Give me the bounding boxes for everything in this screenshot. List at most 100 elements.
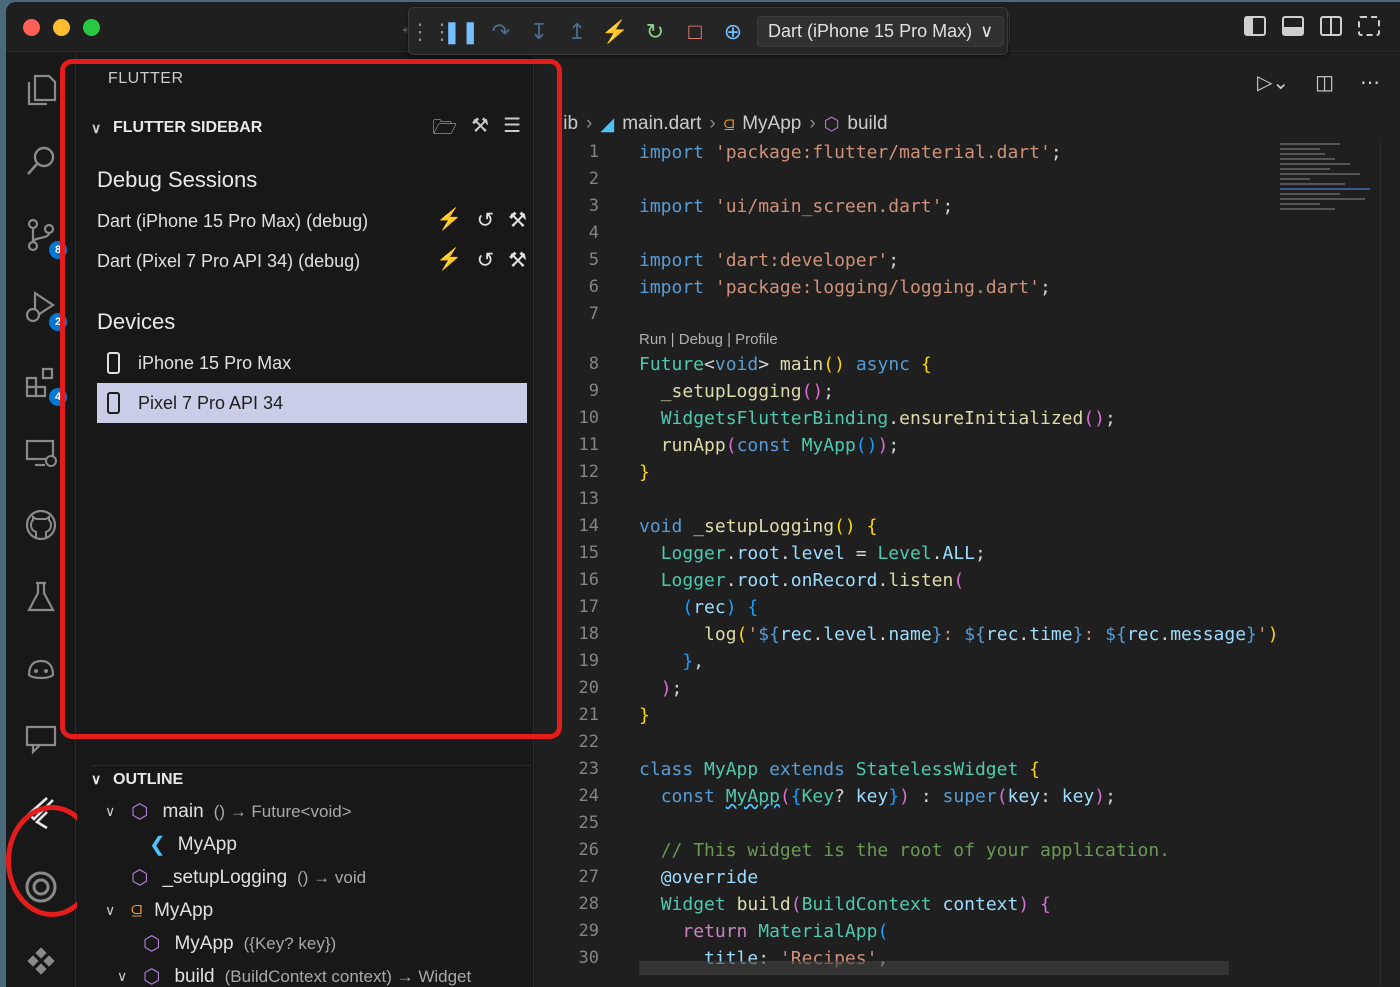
breadcrumb-item[interactable]: main.dart [622,113,701,135]
hot-reload-icon[interactable]: ⚡ [601,18,629,46]
code-line: }, [682,651,705,672]
minimap[interactable] [1280,140,1380,270]
remote-explorer-icon[interactable] [19,431,63,475]
codelens-run-debug-profile[interactable]: Run | Debug | Profile [639,331,778,348]
code-line: // This widget is the root of your appli… [660,840,1171,861]
code-line: import 'dart:developer'; [639,250,900,271]
outline-item-label: main [162,800,204,822]
line-number: 30 [578,948,599,968]
close-window-button[interactable] [23,19,40,36]
code-line: Future<void> main() async { [639,354,932,375]
class-icon: ⫑ [131,899,143,921]
code-line: void _setupLogging() { [639,516,878,537]
source-control-icon[interactable]: 8 [19,213,67,259]
code-line: const MyApp({Key? key}) : super(key: key… [660,786,1116,807]
line-number: 27 [578,867,599,887]
outline-section-header[interactable]: ∨ OUTLINE [91,765,531,793]
line-number: 25 [578,813,599,833]
breadcrumb-item[interactable]: MyApp [742,113,801,135]
code-line: _setupLogging(); [660,381,835,402]
outline-item-myapp-constructor[interactable]: ⬡ MyApp ({Key? key}) [143,927,336,960]
more-icon[interactable] [19,937,63,981]
outline-item-setuplogging[interactable]: ⬡ _setupLogging () → void [131,861,366,894]
outline-item-myapp-call[interactable]: ❮ MyApp [149,828,237,861]
copilot-icon[interactable] [19,647,63,691]
toggle-primary-sidebar-icon[interactable] [1244,16,1266,36]
gitlens-icon[interactable] [19,865,63,909]
outline-title: OUTLINE [113,770,184,788]
code-line: WidgetsFlutterBinding.ensureInitialized(… [660,408,1116,429]
outline-item-label: build [174,965,215,987]
run-debug-dropdown-icon[interactable]: ▷⌄ [1257,70,1289,95]
breadcrumb-item[interactable]: build [847,113,887,135]
step-into-icon[interactable]: ↧ [525,18,553,46]
minimize-window-button[interactable] [53,19,70,36]
outline-item-build[interactable]: ∨ ⬡ build (BuildContext context) → Widge… [117,960,471,987]
chevron-right-icon: › [709,113,716,134]
explorer-icon[interactable] [19,68,63,112]
flutter-widget-icon: ❮ [149,834,166,856]
extensions-icon[interactable]: 4 [19,360,67,406]
chevron-right-icon: › [586,113,593,134]
code-line: @override [660,867,759,888]
breadcrumb: lib › ◢ main.dart › ⫑ MyApp › ⬡ build [559,113,888,135]
code-line: Widget build(BuildContext context) { [660,894,1051,915]
chat-icon[interactable] [19,717,63,761]
chevron-down-icon: ∨ [980,21,994,41]
pause-icon[interactable]: ❚❚ [443,18,480,46]
outline-item-label: _setupLogging [162,866,288,888]
code-line: runApp(const MyApp()); [660,435,900,456]
line-number: 26 [578,840,599,860]
code-line: (rec) { [682,597,759,618]
method-icon: ⬡ [143,933,161,955]
vscode-window: ← → starter 8 2 4 [6,2,1400,987]
class-icon: ⫑ [723,113,735,134]
code-line: log('${rec.level.name}: ${rec.time}: ${r… [704,624,1275,645]
devtools-inspect-icon[interactable]: ⊕ [719,18,747,46]
method-icon: ⬡ [131,867,149,889]
chevron-down-icon: ∨ [105,902,116,918]
step-over-icon[interactable]: ↷ [487,18,515,46]
vertical-scrollbar[interactable] [1380,140,1400,985]
stop-icon[interactable]: □ [681,18,709,46]
outline-item-label: MyApp [154,899,214,921]
split-editor-icon[interactable]: ◫ [1315,70,1334,95]
toggle-panel-icon[interactable] [1282,16,1304,36]
maximize-window-button[interactable] [83,19,100,36]
outline-item-main[interactable]: ∨ ⬡ main () → Future<void> [105,795,352,828]
github-icon[interactable] [19,503,63,547]
chevron-down-icon: ∨ [105,803,116,819]
customize-layout-icon[interactable] [1358,16,1380,36]
restart-icon[interactable]: ↻ [641,18,669,46]
code-area[interactable]: 1 2 3 4 5 6 7 8 9 10 11 12 13 14 15 16 1… [535,140,1275,985]
testing-icon[interactable] [19,575,63,619]
debug-toolbar: ⋮⋮ ❚❚ ↷ ↧ ↥ ⚡ ↻ □ ⊕ Dart (iPhone 15 Pro … [408,7,1008,55]
method-icon: ⬡ [143,966,161,987]
line-number: 29 [578,921,599,941]
horizontal-scrollbar[interactable] [639,961,1229,975]
code-line: Logger.root.onRecord.listen( [660,570,965,591]
step-out-icon[interactable]: ↥ [563,18,591,46]
code-editor[interactable]: ▷⌄ ◫ ⋯ lib › ◢ main.dart › ⫑ MyApp › ⬡ b… [535,53,1400,987]
line-number: 23 [578,759,599,779]
line-number: 28 [578,894,599,914]
outline-item-label: MyApp [174,932,234,954]
code-line: import 'ui/main_screen.dart'; [639,196,954,217]
more-actions-icon[interactable]: ⋯ [1360,70,1380,95]
dart-file-icon: ◢ [600,113,615,134]
search-icon[interactable] [19,139,63,183]
debug-target-select[interactable]: Dart (iPhone 15 Pro Max) ∨ [757,16,1005,47]
line-number: 24 [578,786,599,806]
toggle-secondary-sidebar-icon[interactable] [1320,16,1342,36]
run-debug-icon[interactable]: 2 [19,285,67,331]
debug-target-value: Dart (iPhone 15 Pro Max) [768,21,973,41]
drag-handle-icon[interactable]: ⋮⋮ [409,18,453,46]
method-icon: ⬡ [131,801,149,823]
outline-item-myapp-class[interactable]: ∨ ⫑ MyApp [105,894,213,927]
code-line: import 'package:flutter/material.dart'; [639,142,1062,163]
outline-item-signature: (BuildContext context) → Widget [224,966,472,986]
method-icon: ⬡ [823,113,840,134]
outline-item-signature: ({Key? key}) [243,933,337,953]
code-line: return MaterialApp( [682,921,889,942]
code-line: Logger.root.level = Level.ALL; [660,543,986,564]
